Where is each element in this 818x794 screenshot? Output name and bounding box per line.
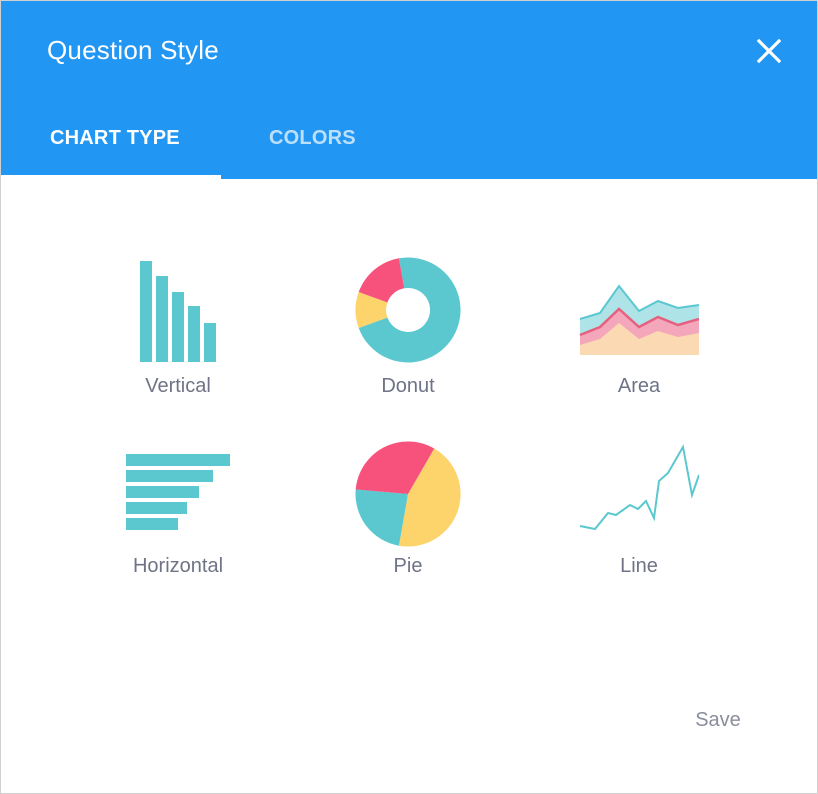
chart-option-area[interactable]: Area <box>539 253 739 423</box>
donut-chart-icon <box>355 257 461 363</box>
chart-option-vertical[interactable]: Vertical <box>78 253 278 423</box>
close-icon <box>756 38 782 64</box>
pie-chart-icon <box>355 441 461 547</box>
question-style-dialog: Question Style CHART TYPE COLORS Vertica… <box>0 0 818 794</box>
tab-chart-type[interactable]: CHART TYPE <box>50 127 180 150</box>
save-button[interactable]: Save <box>681 703 755 737</box>
chart-option-label: Area <box>617 375 661 397</box>
chart-option-label: Line <box>620 555 658 577</box>
area-chart-icon <box>579 284 699 355</box>
horizontal-bar-chart-icon <box>126 454 230 530</box>
close-button[interactable] <box>749 31 789 71</box>
vertical-bar-chart-icon <box>140 261 216 362</box>
chart-option-pie[interactable]: Pie <box>308 433 508 603</box>
dialog-title: Question Style <box>47 35 219 65</box>
tab-colors[interactable]: COLORS <box>269 127 356 150</box>
chart-option-label: Vertical <box>145 375 211 397</box>
chart-option-donut[interactable]: Donut <box>308 253 508 423</box>
chart-option-label: Pie <box>393 555 423 577</box>
line-chart-icon <box>579 444 699 531</box>
dialog-header: Question Style CHART TYPE COLORS <box>1 1 817 179</box>
chart-option-label: Donut <box>381 375 435 397</box>
chart-option-label: Horizontal <box>132 555 224 577</box>
active-tab-indicator <box>1 175 221 179</box>
chart-option-horizontal[interactable]: Horizontal <box>78 433 278 603</box>
chart-option-line[interactable]: Line <box>539 433 739 603</box>
